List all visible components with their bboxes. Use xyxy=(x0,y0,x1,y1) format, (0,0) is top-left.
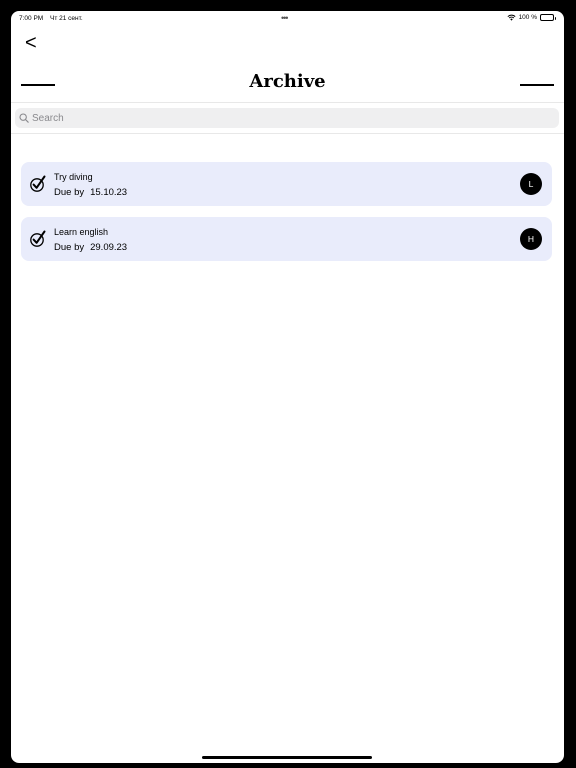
device-screen: 7:00 PM Чт 21 сент. ••• 100 % < Archive xyxy=(11,11,564,763)
task-due: Due by 15.10.23 xyxy=(54,187,127,198)
status-time: 7:00 PM xyxy=(19,15,44,22)
divider xyxy=(11,133,564,134)
task-due: Due by 29.09.23 xyxy=(54,242,127,253)
status-date: Чт 21 сент. xyxy=(50,15,83,22)
wifi-icon xyxy=(507,14,516,21)
due-label: Due by xyxy=(54,187,85,198)
due-label: Due by xyxy=(54,242,85,253)
status-bar: 7:00 PM Чт 21 сент. ••• 100 % xyxy=(11,11,564,25)
task-card-0[interactable]: Try diving Due by 15.10.23 L xyxy=(21,162,552,206)
task-title: Try diving xyxy=(54,172,93,182)
search-input[interactable] xyxy=(32,112,532,124)
due-date: 15.10.23 xyxy=(90,187,128,198)
right-menu-line[interactable] xyxy=(520,84,554,86)
search-icon xyxy=(19,113,29,123)
checkmark-icon[interactable] xyxy=(29,230,47,248)
title-row: Archive xyxy=(11,71,564,101)
status-right: 100 % xyxy=(507,14,556,21)
battery-icon xyxy=(540,14,556,21)
due-date: 29.09.23 xyxy=(90,242,128,253)
divider xyxy=(11,102,564,103)
battery-percent: 100 % xyxy=(518,14,537,21)
avatar: H xyxy=(520,228,542,250)
search-bar[interactable] xyxy=(15,108,559,128)
home-indicator[interactable] xyxy=(202,756,372,759)
checkmark-icon[interactable] xyxy=(29,175,47,193)
task-title: Learn english xyxy=(54,227,109,237)
multitasking-dots-icon[interactable]: ••• xyxy=(281,13,289,23)
back-button[interactable]: < xyxy=(25,33,47,55)
task-card-1[interactable]: Learn english Due by 29.09.23 H xyxy=(21,217,552,261)
avatar: L xyxy=(520,173,542,195)
page-title: Archive xyxy=(249,71,326,92)
